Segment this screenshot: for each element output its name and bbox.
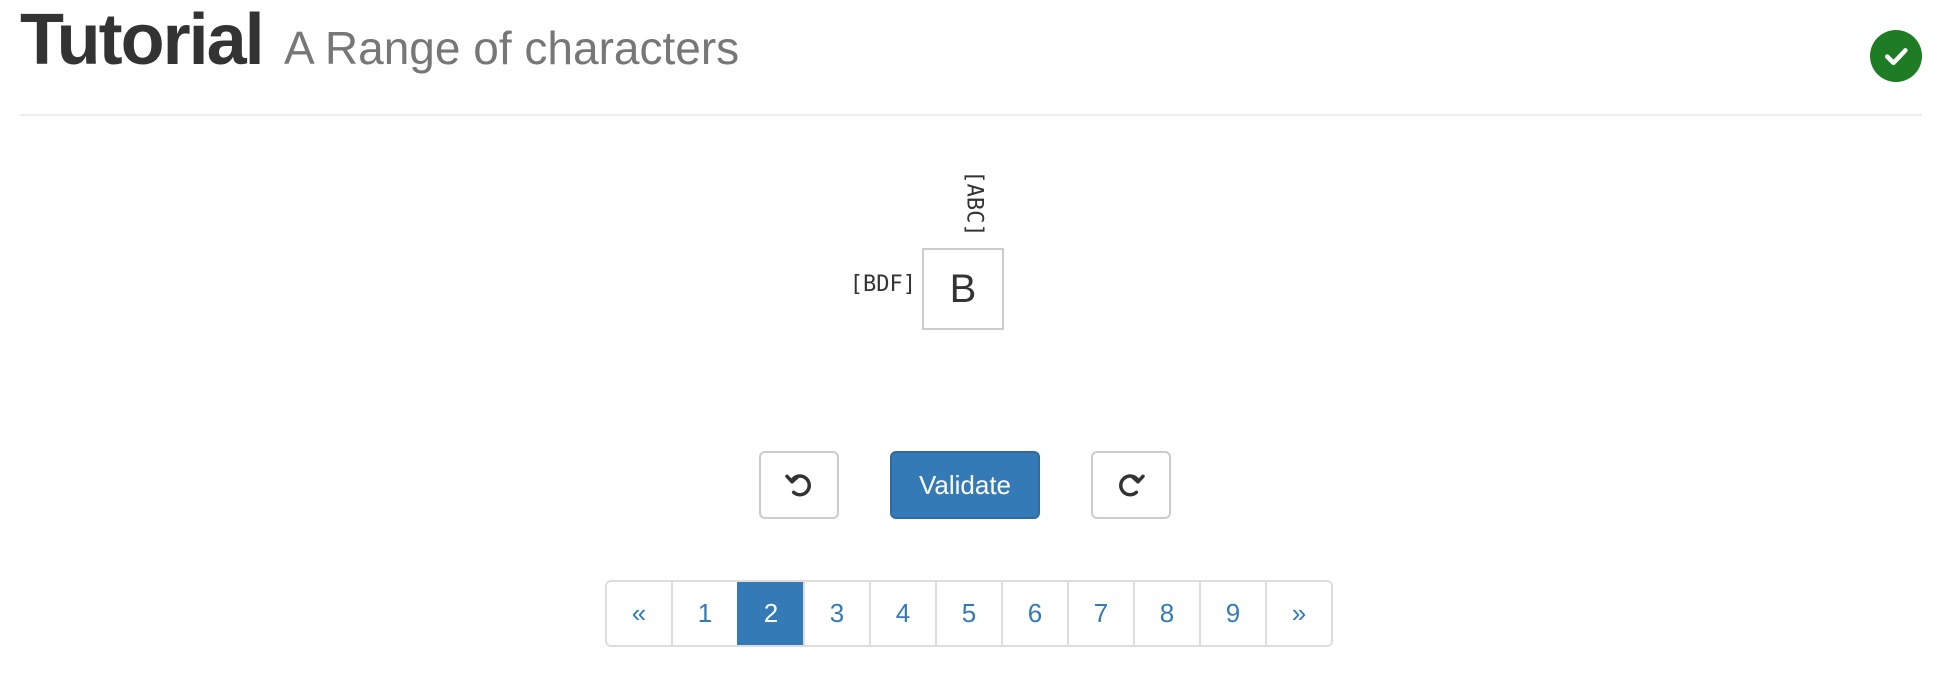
page-link-5[interactable]: 5 — [935, 582, 1001, 645]
column-clue: [ABC] — [961, 169, 987, 237]
page-link-9[interactable]: 9 — [1199, 582, 1265, 645]
page-link-3[interactable]: 3 — [803, 582, 869, 645]
page-link-2-active[interactable]: 2 — [737, 582, 803, 645]
validate-button[interactable]: Validate — [890, 451, 1040, 519]
puzzle-grid: [ABC] [BDF] B — [0, 0, 1942, 340]
page-link-4[interactable]: 4 — [869, 582, 935, 645]
redo-button[interactable] — [1091, 451, 1171, 519]
column-clue-text: [ABC] — [961, 169, 987, 237]
pagination: « 1 2 3 4 5 6 7 8 9 » — [605, 580, 1333, 647]
row-clue: [BDF] — [849, 272, 916, 297]
page-prev-link[interactable]: « — [607, 582, 671, 645]
page-link-8[interactable]: 8 — [1133, 582, 1199, 645]
undo-icon — [785, 474, 811, 497]
page-link-7[interactable]: 7 — [1067, 582, 1133, 645]
page-link-1[interactable]: 1 — [671, 582, 737, 645]
undo-button[interactable] — [759, 451, 839, 519]
grid-cell[interactable]: B — [922, 248, 1004, 330]
page-next-link[interactable]: » — [1265, 582, 1331, 645]
page-link-6[interactable]: 6 — [1001, 582, 1067, 645]
redo-icon — [1119, 474, 1145, 497]
